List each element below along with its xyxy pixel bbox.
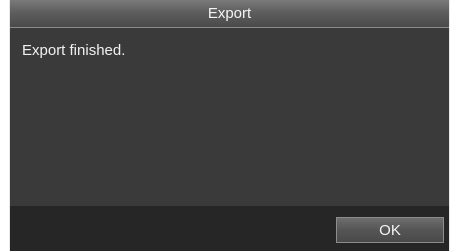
status-message: Export finished. <box>22 42 126 59</box>
dialog-footer: OK <box>10 206 449 251</box>
export-dialog: Export Export finished. OK <box>9 0 450 251</box>
dialog-titlebar: Export <box>10 0 449 28</box>
dialog-body: Export finished. <box>10 28 449 206</box>
dialog-title: Export <box>207 5 252 22</box>
ok-button[interactable]: OK <box>336 217 444 243</box>
